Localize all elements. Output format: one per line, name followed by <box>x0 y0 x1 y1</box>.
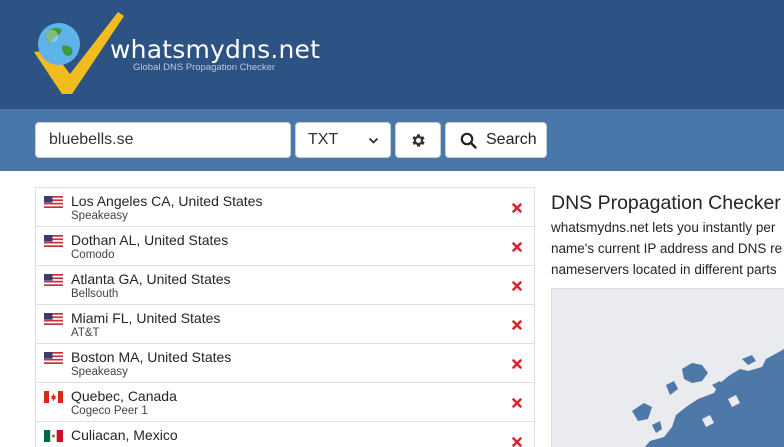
info-heading: DNS Propagation Checker <box>551 192 781 214</box>
server-provider: Cogeco Peer 1 <box>71 405 148 417</box>
fail-x-icon[interactable] <box>512 359 522 369</box>
domain-input[interactable] <box>35 122 291 158</box>
dns-server-list: Los Angeles CA, United States Speakeasy … <box>35 187 535 447</box>
fail-x-icon[interactable] <box>512 203 522 213</box>
server-row[interactable]: Quebec, Canada Cogeco Peer 1 <box>36 383 534 422</box>
chevron-down-icon <box>368 137 379 144</box>
settings-button[interactable] <box>395 122 441 158</box>
search-button-label: Search <box>486 131 537 148</box>
world-map[interactable] <box>551 288 784 447</box>
server-location: Culiacan, Mexico <box>71 427 178 443</box>
server-location: Dothan AL, United States <box>71 232 229 248</box>
server-provider: Speakeasy <box>71 366 128 378</box>
server-row[interactable]: Miami FL, United States AT&T <box>36 305 534 344</box>
brand-name[interactable]: whatsmydns.net <box>110 35 320 64</box>
info-text-line: nameservers located in different parts <box>551 262 777 277</box>
server-provider: AT&T <box>71 327 100 339</box>
server-row[interactable]: Los Angeles CA, United States Speakeasy <box>36 188 534 227</box>
fail-x-icon[interactable] <box>512 281 522 291</box>
mexico-flag-icon <box>44 430 63 442</box>
search-bar: TXT Search <box>0 109 784 171</box>
us-flag-icon <box>44 196 63 208</box>
info-text-line: name's current IP address and DNS re <box>551 241 783 256</box>
server-location: Quebec, Canada <box>71 388 177 404</box>
brand-tagline: Global DNS Propagation Checker <box>133 62 276 73</box>
server-provider: Speakeasy <box>71 210 128 222</box>
server-location: Los Angeles CA, United States <box>71 193 263 209</box>
search-button[interactable]: Search <box>445 122 547 158</box>
info-text-line: whatsmydns.net lets you instantly per <box>551 220 776 235</box>
us-flag-icon <box>44 274 63 286</box>
us-flag-icon <box>44 313 63 325</box>
server-location: Atlanta GA, United States <box>71 271 231 287</box>
fail-x-icon[interactable] <box>512 320 522 330</box>
fail-x-icon[interactable] <box>512 242 522 252</box>
fail-x-icon[interactable] <box>512 398 522 408</box>
server-provider: Comodo <box>71 249 115 261</box>
world-map-image <box>632 349 784 447</box>
fail-x-icon[interactable] <box>512 437 522 447</box>
server-location: Miami FL, United States <box>71 310 221 326</box>
server-row[interactable]: Culiacan, Mexico <box>36 422 534 447</box>
us-flag-icon <box>44 352 63 364</box>
server-row[interactable]: Dothan AL, United States Comodo <box>36 227 534 266</box>
us-flag-icon <box>44 235 63 247</box>
search-icon <box>460 132 477 149</box>
record-type-value: TXT <box>308 131 339 148</box>
server-provider: Bellsouth <box>71 288 119 300</box>
canada-flag-icon <box>44 391 63 403</box>
server-location: Boston MA, United States <box>71 349 232 365</box>
server-row[interactable]: Atlanta GA, United States Bellsouth <box>36 266 534 305</box>
site-header: whatsmydns.net Global DNS Propagation Ch… <box>0 0 784 109</box>
record-type-select[interactable]: TXT <box>295 122 391 158</box>
gear-icon <box>411 133 425 147</box>
server-row[interactable]: Boston MA, United States Speakeasy <box>36 344 534 383</box>
